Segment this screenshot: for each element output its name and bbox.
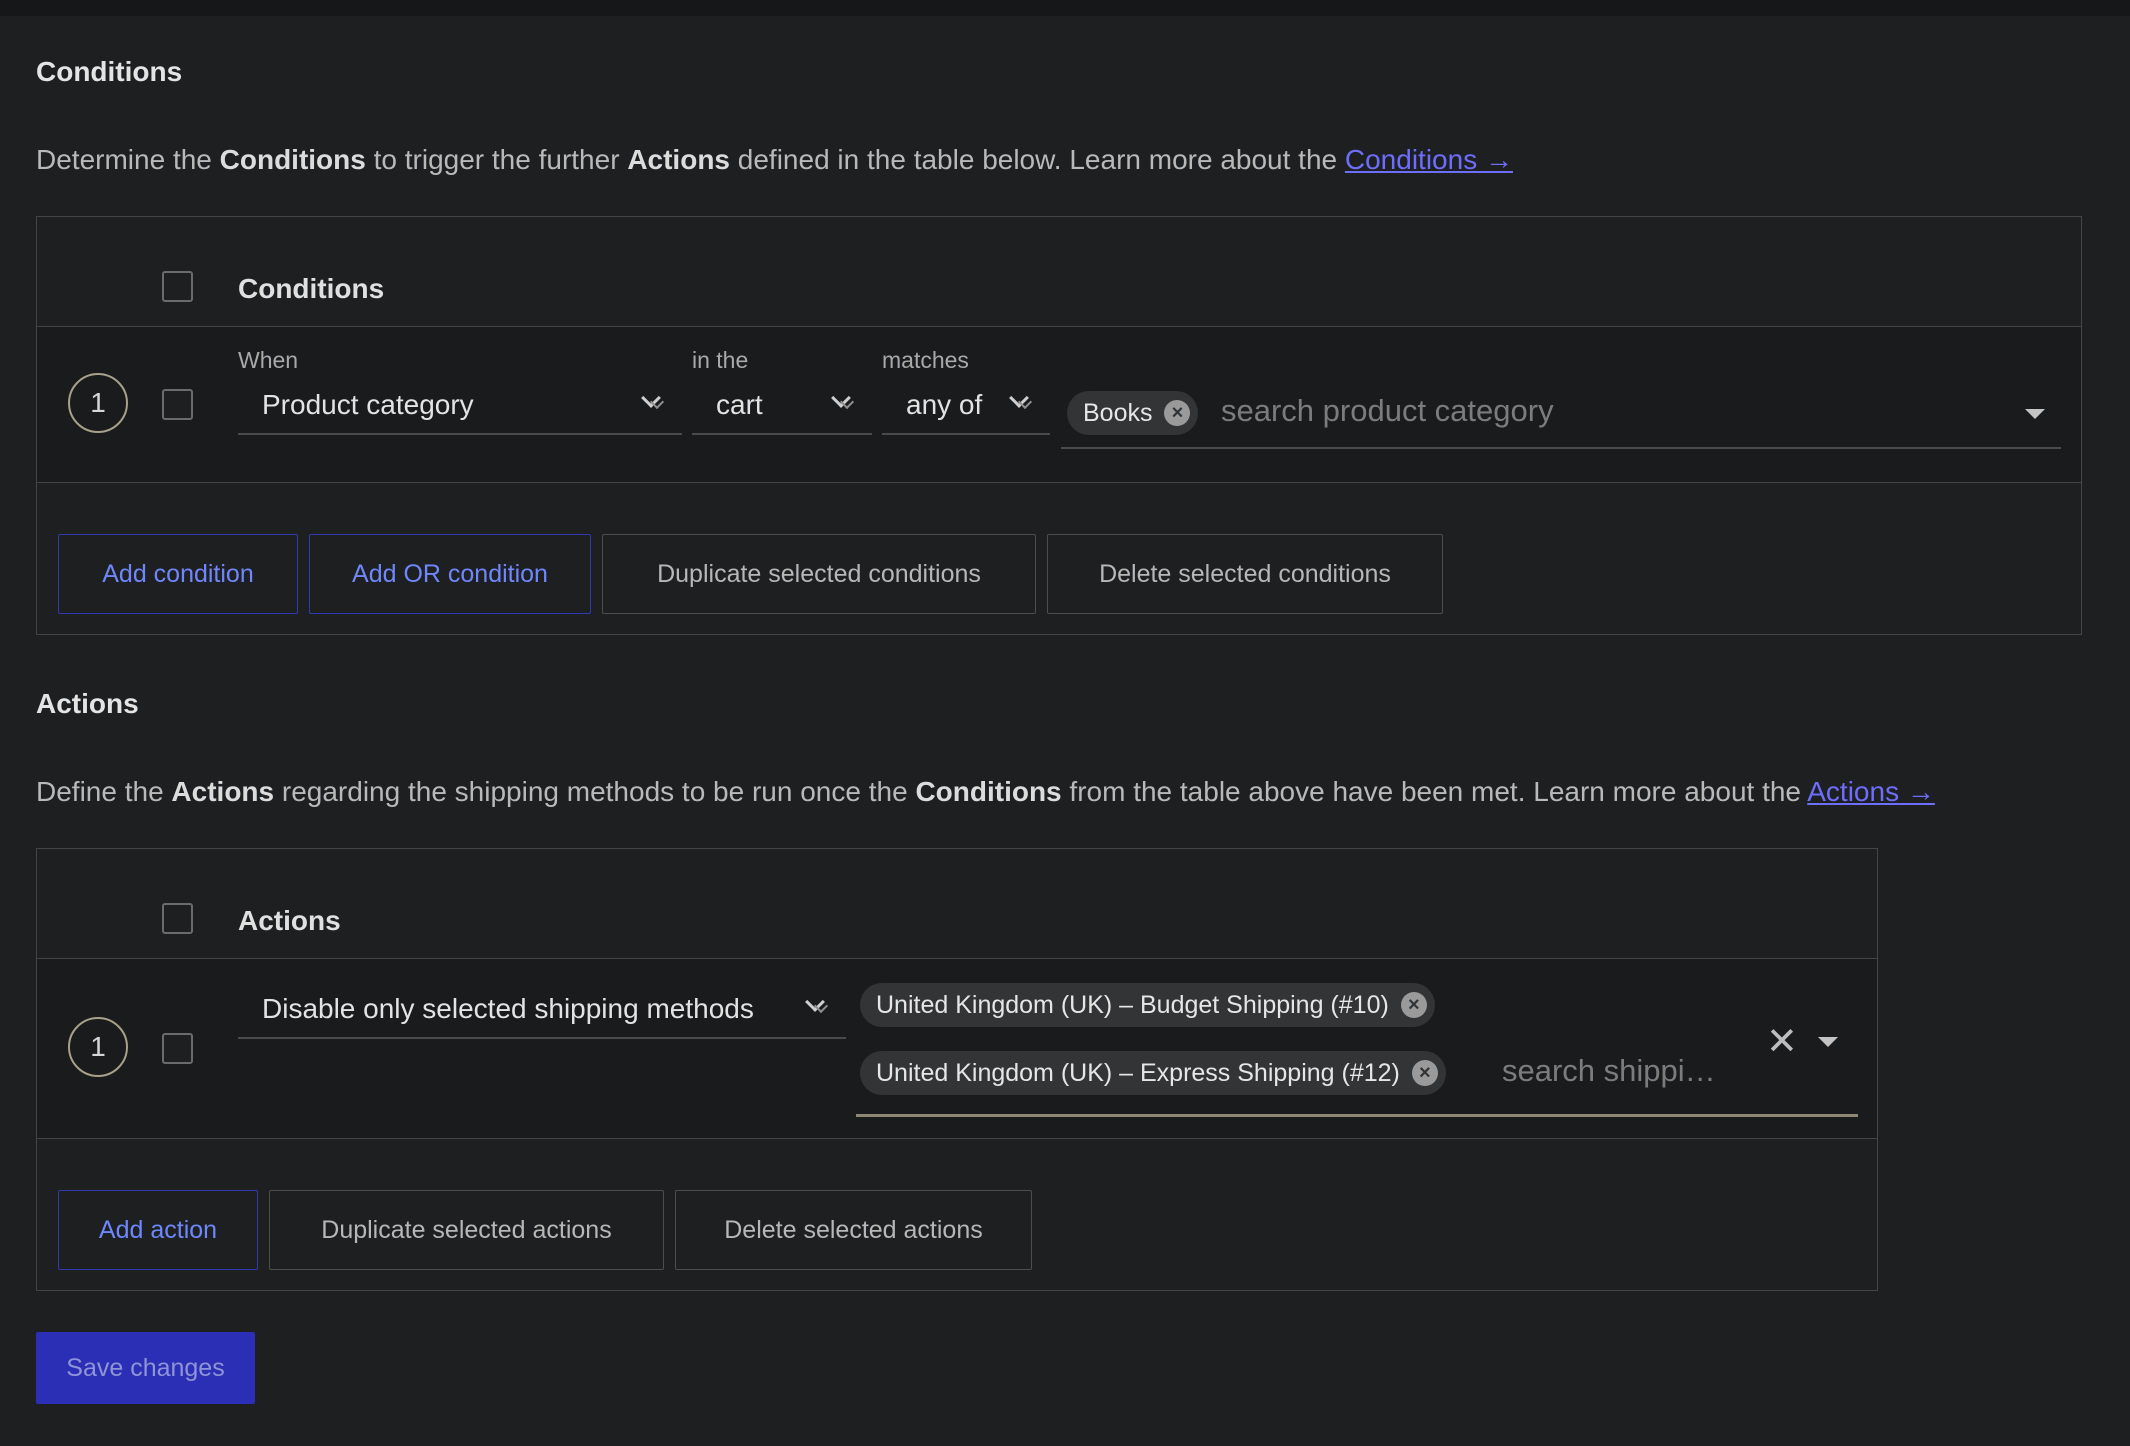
condition-row-number: 1 — [68, 373, 128, 433]
actions-heading: Actions — [36, 688, 139, 719]
add-or-condition-button[interactable]: Add OR condition — [309, 534, 591, 614]
add-condition-button[interactable]: Add condition — [58, 534, 298, 614]
condition-row: 1 When Product category in the cart matc… — [37, 327, 2081, 483]
tag-express-shipping: United Kingdom (UK) – Express Shipping (… — [860, 1051, 1446, 1095]
actions-desc-text-3: from the table above have been met. Lear… — [1061, 776, 1808, 807]
condition-match-select[interactable]: any of — [882, 379, 1050, 435]
actions-table: Actions 1 Disable only selected shipping… — [36, 848, 1878, 1291]
actions-learn-more-link[interactable]: Actions → — [1807, 776, 1935, 807]
action-row-number: 1 — [68, 1017, 128, 1077]
dropdown-arrow-icon[interactable] — [1818, 1037, 1838, 1047]
condition-scope-value: cart — [716, 389, 763, 420]
delete-actions-button[interactable]: Delete selected actions — [675, 1190, 1032, 1270]
actions-desc-text-1: Define the — [36, 776, 172, 807]
top-bar — [0, 0, 2130, 16]
conditions-table-header: Conditions — [37, 217, 2081, 327]
product-category-multiselect[interactable]: Books × search product category — [1061, 379, 2061, 449]
condition-scope-select[interactable]: cart — [692, 379, 872, 435]
actions-desc-text-2: regarding the shipping methods to be run… — [274, 776, 916, 807]
duplicate-actions-button[interactable]: Duplicate selected actions — [269, 1190, 664, 1270]
shipping-methods-multiselect[interactable]: United Kingdom (UK) – Budget Shipping (#… — [856, 979, 1858, 1117]
add-action-button[interactable]: Add action — [58, 1190, 258, 1270]
in-the-label: in the — [692, 347, 749, 373]
condition-row-checkbox[interactable] — [162, 389, 193, 420]
actions-desc-bold-2: Conditions — [915, 776, 1062, 807]
remove-tag-icon[interactable]: × — [1411, 1060, 1438, 1086]
condition-type-select[interactable]: Product category — [238, 379, 682, 435]
product-category-search-placeholder[interactable]: search product category — [1221, 393, 1554, 429]
actions-description: Define the Actions regarding the shippin… — [36, 776, 1935, 808]
conditions-desc-text-1: Determine the — [36, 144, 220, 175]
conditions-heading: Conditions — [36, 56, 183, 87]
action-type-select[interactable]: Disable only selected shipping methods — [238, 983, 846, 1039]
shipping-methods-search-placeholder[interactable]: search shippi… — [1502, 1053, 1716, 1089]
actions-table-header: Actions — [37, 849, 1877, 959]
actions-select-all-checkbox[interactable] — [162, 903, 193, 934]
matches-label: matches — [882, 347, 969, 373]
conditions-select-all-checkbox[interactable] — [162, 271, 193, 302]
conditions-desc-text-2: to trigger the further — [365, 144, 628, 175]
tag-books: Books × — [1067, 391, 1199, 435]
action-row: 1 Disable only selected shipping methods… — [37, 959, 1877, 1139]
actions-table-title: Actions — [238, 905, 341, 936]
action-type-value: Disable only selected shipping methods — [262, 993, 754, 1024]
tag-label: United Kingdom (UK) – Express Shipping (… — [876, 1058, 1400, 1087]
action-row-checkbox[interactable] — [162, 1033, 193, 1064]
delete-conditions-button[interactable]: Delete selected conditions — [1047, 534, 1443, 614]
actions-desc-bold-1: Actions — [171, 776, 275, 807]
when-label: When — [238, 347, 299, 373]
remove-tag-icon[interactable]: × — [1164, 400, 1191, 426]
remove-tag-icon[interactable]: × — [1400, 992, 1427, 1018]
tag-label: Books — [1083, 398, 1153, 427]
duplicate-conditions-button[interactable]: Duplicate selected conditions — [602, 534, 1036, 614]
tag-label: United Kingdom (UK) – Budget Shipping (#… — [876, 990, 1389, 1019]
conditions-desc-text-3: defined in the table below. Learn more a… — [730, 144, 1345, 175]
conditions-learn-more-link[interactable]: Conditions → — [1345, 144, 1513, 175]
conditions-desc-bold-2: Actions — [627, 144, 730, 175]
condition-match-value: any of — [906, 389, 983, 420]
dropdown-arrow-icon[interactable] — [2025, 409, 2045, 419]
condition-type-value: Product category — [262, 389, 474, 420]
conditions-description: Determine the Conditions to trigger the … — [36, 144, 1513, 176]
save-changes-button[interactable]: Save changes — [36, 1332, 255, 1404]
tag-budget-shipping: United Kingdom (UK) – Budget Shipping (#… — [860, 983, 1435, 1027]
conditions-desc-bold-1: Conditions — [219, 144, 366, 175]
conditions-table: Conditions 1 When Product category in th… — [36, 216, 2082, 635]
clear-all-icon[interactable]: ✕ — [1766, 1023, 1798, 1061]
conditions-table-title: Conditions — [238, 273, 385, 304]
